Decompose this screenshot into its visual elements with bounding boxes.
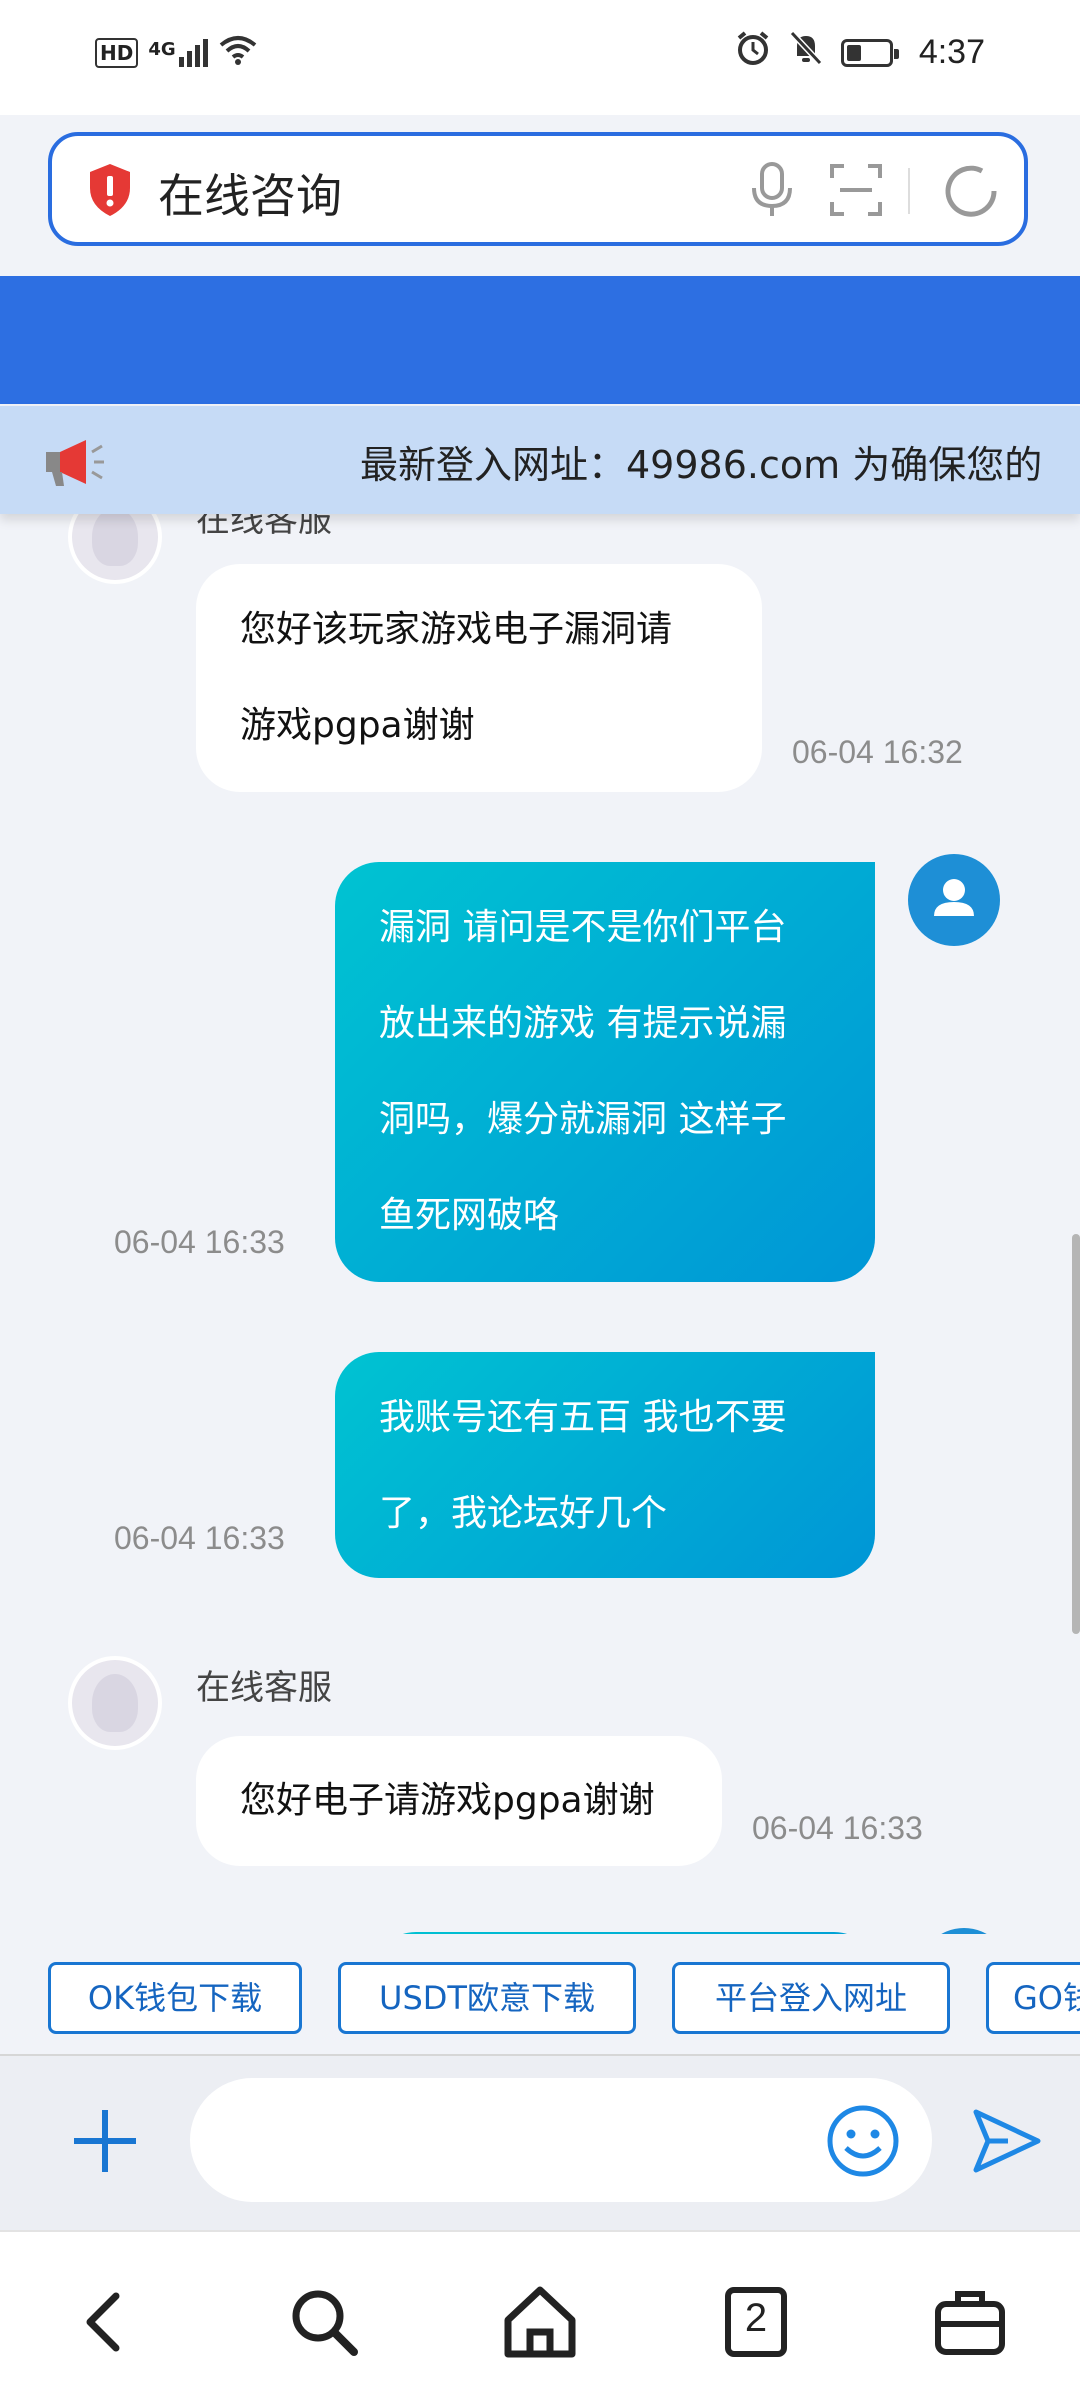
quick-action-login-url[interactable]: 平台登入网址	[672, 1962, 950, 2034]
scrollbar[interactable]	[1072, 1234, 1080, 1634]
wifi-icon	[218, 33, 258, 72]
message-line: 您好电子请游戏pgpa谢谢	[240, 1780, 655, 1821]
tabs-icon[interactable]: 2	[716, 2282, 796, 2362]
shield-icon[interactable]	[86, 162, 134, 222]
composer-bar	[0, 2056, 1080, 2230]
message-line: 鱼死网破咯	[379, 1195, 560, 1236]
message-line: 游戏pgpa谢谢	[240, 705, 475, 746]
browser-nav-bar: 2	[0, 2230, 1080, 2402]
signal-icon: 4G	[148, 38, 208, 67]
network-type-label: 4G	[148, 38, 176, 60]
message-line: 漏洞 请问是不是你们平台	[379, 907, 787, 948]
message-line: 我账号还有五百 我也不要	[379, 1397, 787, 1438]
divider	[908, 168, 910, 214]
address-bar[interactable]: 在线咨询	[48, 132, 1028, 246]
page-title[interactable]: 在线咨询	[158, 160, 342, 226]
mute-icon	[789, 30, 823, 75]
quick-action-bar[interactable]: OK钱包下载 USDT欧意下载 平台登入网址 GO钱	[0, 1934, 1080, 2056]
quick-action-go-wallet[interactable]: GO钱	[986, 1962, 1080, 2034]
message-line: 了，我论坛好几个	[379, 1493, 668, 1534]
quick-action-ok-wallet[interactable]: OK钱包下载	[48, 1962, 302, 2034]
user-avatar	[908, 854, 1000, 946]
message-line: 您好该玩家游戏电子漏洞请	[240, 609, 673, 650]
message-time: 06-04 16:32	[792, 734, 963, 770]
notice-text: 最新登入网址：49986.com 为确保您的	[360, 443, 1043, 487]
status-left: HD 4G	[95, 33, 258, 72]
refresh-icon[interactable]	[942, 162, 1000, 224]
battery-icon	[840, 38, 899, 67]
message-bubble-outgoing: 漏洞 请问是不是你们平台 放出来的游戏 有提示说漏 洞吗，爆分就漏洞 这样子 鱼…	[335, 862, 875, 1282]
search-icon[interactable]	[284, 2282, 364, 2362]
agent-name: 在线客服	[196, 1668, 332, 1708]
message-time: 06-04 16:33	[114, 1224, 285, 1260]
agent-name: 在线客服	[196, 514, 332, 540]
message-time: 06-04 16:33	[752, 1810, 923, 1846]
microphone-icon[interactable]	[748, 162, 796, 224]
message-bubble-incoming: 您好该玩家游戏电子漏洞请 游戏pgpa谢谢	[196, 564, 762, 792]
message-bubble-outgoing: 我账号还有五百 我也不要 了，我论坛好几个	[335, 1352, 875, 1578]
emoji-icon[interactable]	[826, 2104, 900, 2182]
status-bar: HD 4G 4:37	[0, 0, 1080, 115]
user-icon	[934, 879, 974, 916]
alarm-icon	[735, 30, 771, 75]
message-input[interactable]	[190, 2078, 932, 2202]
chat-area[interactable]: 在线客服 您好该玩家游戏电子漏洞请 游戏pgpa谢谢 06-04 16:32 漏…	[0, 514, 1080, 1934]
scan-icon[interactable]	[828, 162, 884, 222]
message-line: 放出来的游戏 有提示说漏	[379, 1003, 787, 1044]
header-bar	[0, 276, 1080, 404]
back-icon[interactable]	[66, 2282, 146, 2362]
quick-action-usdt[interactable]: USDT欧意下载	[338, 1962, 636, 2034]
tabs-count: 2	[744, 2296, 768, 2340]
megaphone-icon	[42, 434, 106, 494]
message-bubble-incoming: 您好电子请游戏pgpa谢谢	[196, 1736, 722, 1866]
message-line: 洞吗，爆分就漏洞 这样子	[379, 1099, 787, 1140]
notice-banner[interactable]: 最新登入网址：49986.com 为确保您的	[0, 406, 1080, 514]
agent-avatar	[72, 1660, 158, 1746]
plus-icon[interactable]	[70, 2106, 140, 2180]
home-icon[interactable]	[500, 2282, 580, 2362]
hd-indicator: HD	[95, 37, 139, 68]
clock: 4:37	[918, 33, 985, 71]
status-right: 4:37	[735, 30, 985, 75]
toolbox-icon[interactable]	[930, 2282, 1010, 2362]
send-icon[interactable]	[972, 2108, 1042, 2178]
message-time: 06-04 16:33	[114, 1520, 285, 1556]
agent-avatar	[72, 514, 158, 580]
